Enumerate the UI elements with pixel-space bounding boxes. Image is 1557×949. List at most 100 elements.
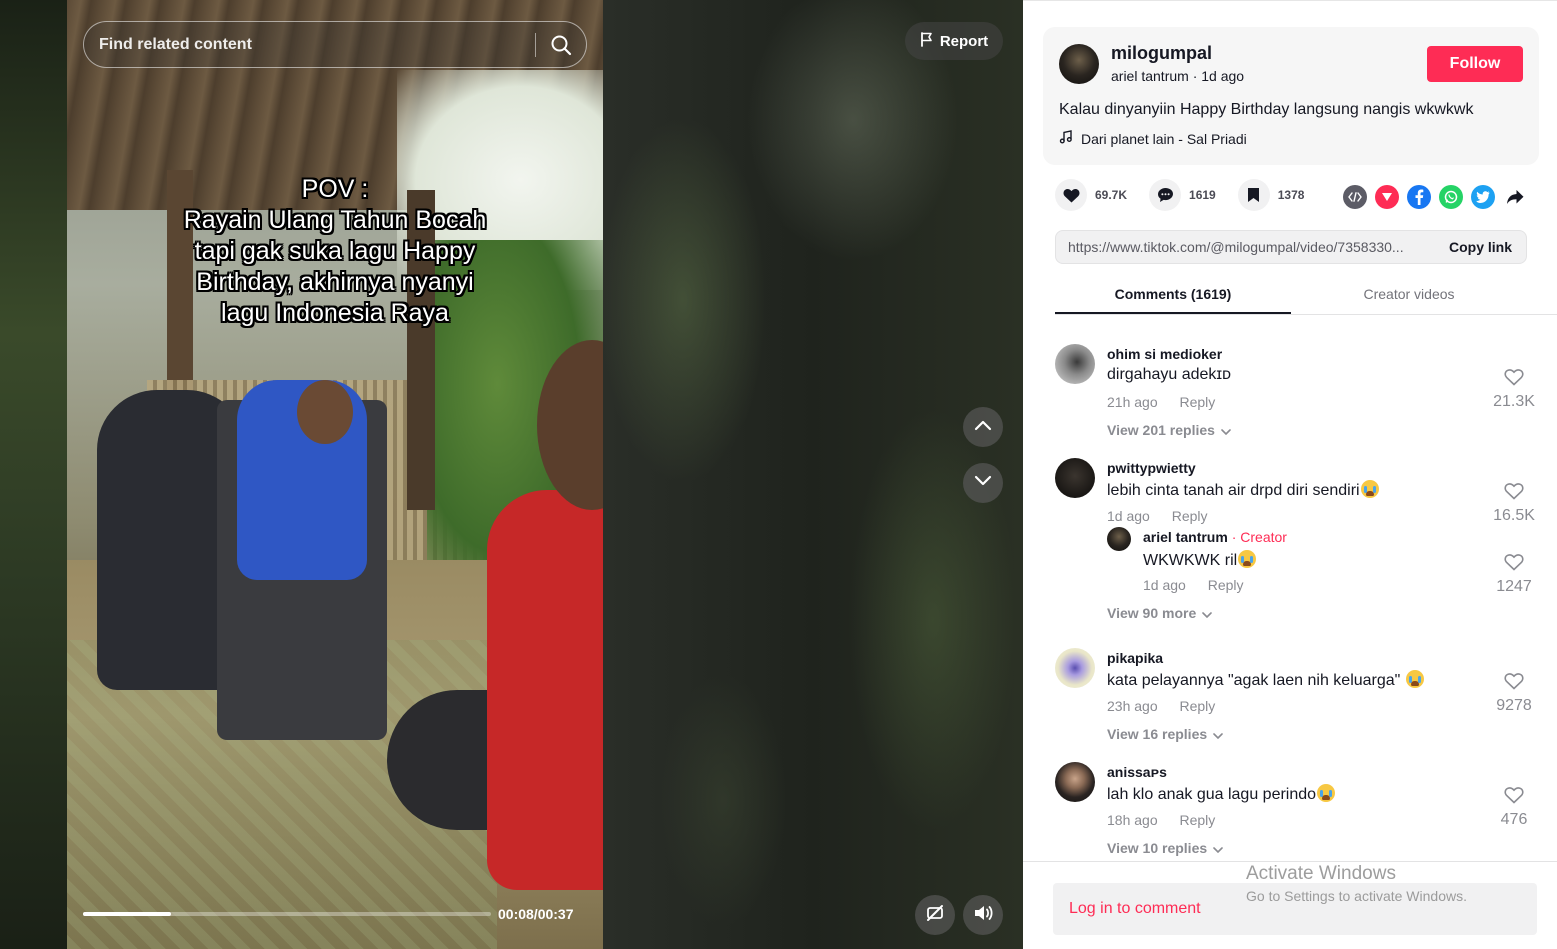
- comment-avatar[interactable]: [1055, 762, 1095, 802]
- facebook-icon[interactable]: [1407, 185, 1431, 209]
- chevron-down-icon: [974, 474, 992, 492]
- floating-player-button[interactable]: [915, 895, 955, 935]
- comment-like[interactable]: 9278: [1485, 672, 1543, 715]
- previous-video-button[interactable]: [963, 407, 1003, 447]
- reply-button[interactable]: Reply: [1208, 577, 1244, 593]
- comment-avatar[interactable]: [1055, 344, 1095, 384]
- tab-creator-videos[interactable]: Creator videos: [1291, 277, 1527, 314]
- comment-username[interactable]: pikapika: [1107, 650, 1163, 666]
- follow-button[interactable]: Follow: [1427, 46, 1523, 82]
- share-arrow-icon[interactable]: [1503, 185, 1527, 209]
- view-replies-button[interactable]: View 201 replies: [1107, 422, 1231, 438]
- comment-bubble-icon[interactable]: [1149, 179, 1182, 211]
- reply-button[interactable]: Reply: [1172, 508, 1208, 524]
- comment-like-count: 16.5K: [1493, 507, 1535, 524]
- author-card: milogumpal ariel tantrum · 1d ago Follow…: [1043, 27, 1539, 165]
- video-caption: Kalau dinyanyiin Happy Birthday langsung…: [1059, 101, 1474, 118]
- copy-link-button[interactable]: Copy link: [1435, 239, 1526, 255]
- reply-text: WKWKWK ril: [1143, 552, 1238, 569]
- whatsapp-icon[interactable]: [1439, 185, 1463, 209]
- bookmark-icon[interactable]: [1237, 179, 1270, 211]
- comment-avatar[interactable]: [1055, 648, 1095, 688]
- heart-icon[interactable]: [1055, 179, 1087, 211]
- blurred-background-right: [603, 0, 1023, 949]
- video-overlay-text: POV : Rayain Ulang Tahun Bocah tapi gak …: [67, 174, 603, 329]
- author-username[interactable]: milogumpal: [1111, 43, 1212, 64]
- chevron-down-icon: [1221, 422, 1231, 438]
- reply-like[interactable]: 1247: [1485, 553, 1543, 596]
- report-button[interactable]: Report: [905, 22, 1003, 60]
- scene-man: [487, 490, 603, 890]
- music-link[interactable]: Dari planet lain - Sal Priadi: [1059, 130, 1247, 147]
- comment-username[interactable]: anissaᴘs: [1107, 764, 1167, 780]
- pip-off-icon: [925, 903, 945, 928]
- volume-button[interactable]: [963, 895, 1003, 935]
- embed-icon[interactable]: [1343, 185, 1367, 209]
- author-avatar[interactable]: [1059, 44, 1099, 84]
- login-to-comment-link[interactable]: Log in to comment: [1069, 900, 1201, 918]
- author-nickname[interactable]: ariel tantrum: [1111, 68, 1189, 84]
- heart-outline-icon[interactable]: [1504, 673, 1524, 694]
- comment-time: 23h ago: [1107, 698, 1158, 714]
- view-more-label: View 90 more: [1107, 605, 1197, 621]
- video-progress-fill: [83, 912, 172, 916]
- comment-meta: 1d ago Reply: [1107, 508, 1208, 524]
- comment-text-row: lah klo anak gua lagu perindo: [1107, 784, 1336, 804]
- comment-login-box[interactable]: Log in to comment: [1053, 883, 1537, 935]
- reply-text-row: WKWKWK ril: [1143, 550, 1257, 570]
- search-placeholder: Find related content: [99, 35, 252, 53]
- twitter-icon[interactable]: [1471, 185, 1495, 209]
- comment-avatar[interactable]: [1055, 458, 1095, 498]
- search-icon[interactable]: [536, 22, 586, 68]
- music-note-icon: [1059, 130, 1073, 147]
- engagement-actions: 69.7K 1619 1378: [1055, 179, 1326, 211]
- comment-text-row: kata pelayannya "agak laen nih keluarga": [1107, 670, 1424, 690]
- blurred-background-left: [0, 0, 70, 949]
- overlay-line: Rayain Ulang Tahun Bocah: [183, 206, 487, 234]
- comment-like[interactable]: 16.5K: [1485, 482, 1543, 525]
- panel-divider: [1023, 861, 1557, 862]
- video-frame[interactable]: POV : Rayain Ulang Tahun Bocah tapi gak …: [67, 0, 603, 949]
- comment-like[interactable]: 21.3K: [1485, 368, 1543, 411]
- heart-outline-icon[interactable]: [1504, 483, 1524, 504]
- view-replies-button[interactable]: View 10 replies: [1107, 840, 1223, 856]
- comment-like[interactable]: 476: [1485, 786, 1543, 829]
- comment-time: 18h ago: [1107, 812, 1158, 828]
- reply-button[interactable]: Reply: [1180, 698, 1216, 714]
- comment-meta: 21h ago Reply: [1107, 394, 1215, 410]
- video-url[interactable]: https://www.tiktok.com/@milogumpal/video…: [1056, 239, 1435, 255]
- reply-button[interactable]: Reply: [1180, 394, 1216, 410]
- crying-emoji-icon: [1405, 670, 1424, 688]
- comment-meta: 18h ago Reply: [1107, 812, 1215, 828]
- creator-badge: Creator: [1240, 529, 1287, 545]
- reply-button[interactable]: Reply: [1180, 812, 1216, 828]
- next-video-button[interactable]: [963, 463, 1003, 503]
- comment-meta: 23h ago Reply: [1107, 698, 1215, 714]
- heart-outline-icon[interactable]: [1504, 369, 1524, 390]
- send-icon[interactable]: [1375, 185, 1399, 209]
- comment-action[interactable]: 1619: [1149, 179, 1216, 211]
- heart-outline-icon[interactable]: [1504, 554, 1524, 575]
- save-action[interactable]: 1378: [1237, 179, 1304, 211]
- meta-separator: ·: [1192, 68, 1202, 84]
- like-action[interactable]: 69.7K: [1055, 179, 1127, 211]
- crying-emoji-icon: [1238, 550, 1257, 568]
- video-progress-bar[interactable]: [83, 912, 491, 916]
- view-replies-button[interactable]: View 16 replies: [1107, 726, 1223, 742]
- post-time: 1d ago: [1201, 68, 1245, 84]
- comment-like-count: 21.3K: [1493, 393, 1535, 410]
- reply-username[interactable]: ariel tantrum: [1143, 529, 1228, 545]
- reply-username-row: ariel tantrum · Creator: [1143, 529, 1287, 545]
- share-buttons: [1343, 185, 1527, 209]
- comment-username[interactable]: ohim si medioker: [1107, 346, 1222, 362]
- view-replies-label: View 10 replies: [1107, 840, 1208, 856]
- search-input[interactable]: Find related content: [83, 21, 587, 68]
- tab-comments[interactable]: Comments (1619): [1055, 277, 1291, 314]
- heart-outline-icon[interactable]: [1504, 787, 1524, 808]
- comment-like-count: 9278: [1496, 697, 1532, 714]
- reply-time: 1d ago: [1143, 577, 1186, 593]
- reply-avatar[interactable]: [1107, 527, 1131, 551]
- view-more-replies-button[interactable]: View 90 more: [1107, 605, 1213, 621]
- comment-text: kata pelayannya "agak laen nih keluarga": [1107, 672, 1405, 689]
- comment-username[interactable]: pwittypwietty: [1107, 460, 1196, 476]
